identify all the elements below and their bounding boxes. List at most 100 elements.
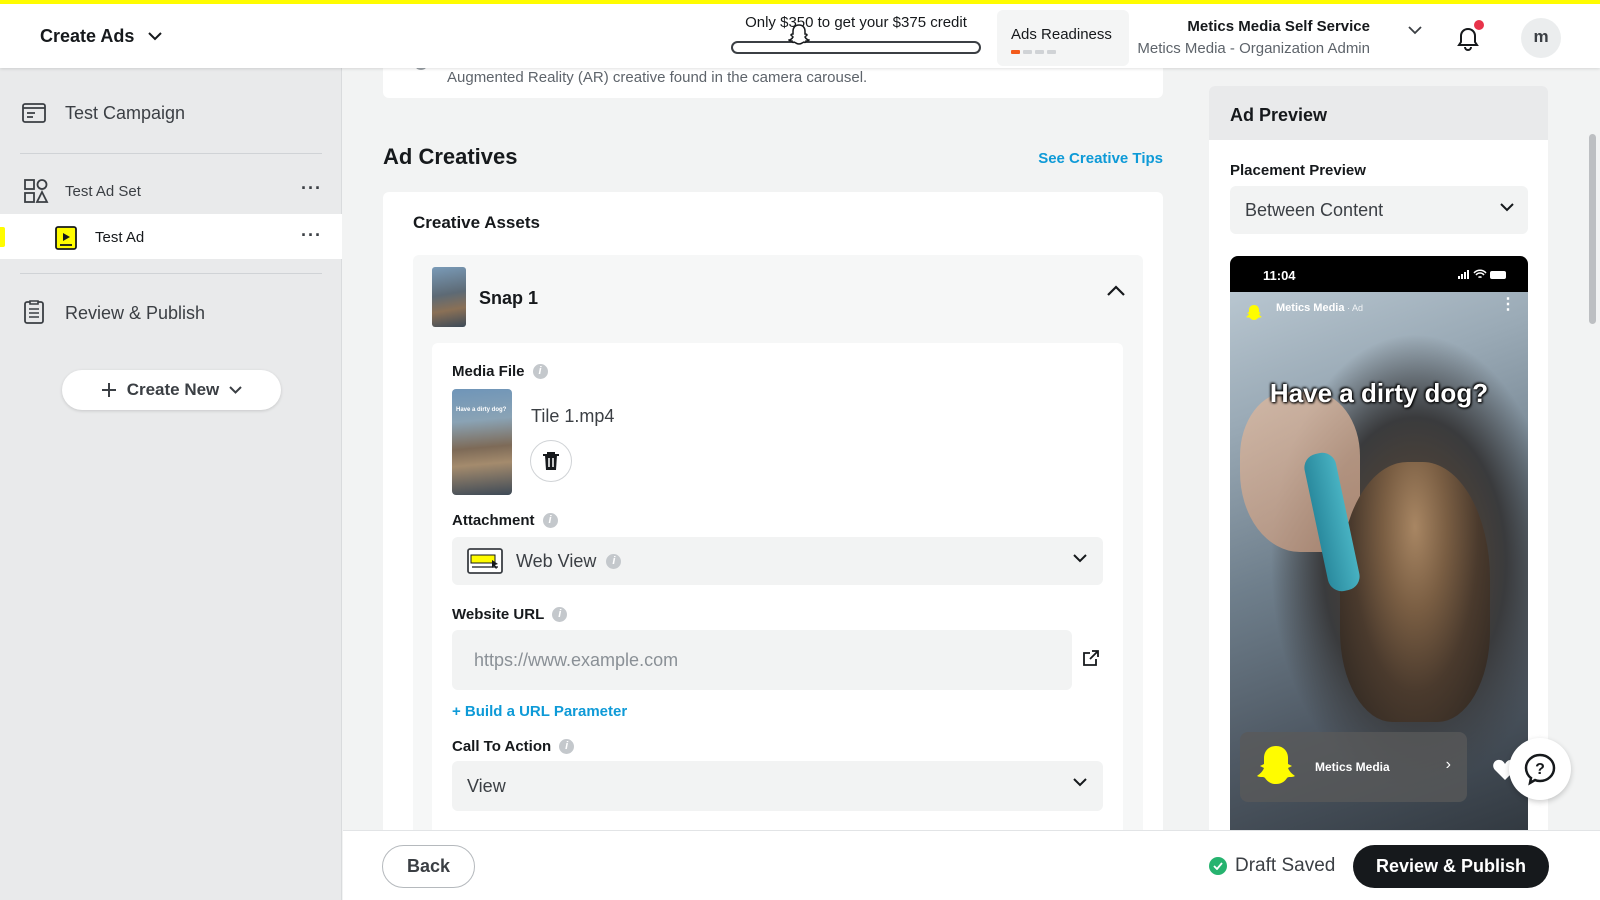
website-url-input[interactable] xyxy=(452,630,1072,690)
chevron-up-icon[interactable] xyxy=(1107,285,1125,296)
page-scrollbar[interactable] xyxy=(1589,134,1596,324)
chevron-down-icon[interactable] xyxy=(1408,26,1422,35)
field-label-text: Attachment xyxy=(452,512,535,529)
call-to-action-label: Call To Action i xyxy=(452,738,575,755)
phone-status-bar: 11:04 xyxy=(1230,256,1528,292)
phone-time: 11:04 xyxy=(1263,268,1296,283)
sidebar-item-ad-set[interactable]: Test Ad Set ··· xyxy=(0,171,342,211)
active-indicator xyxy=(0,227,5,247)
readiness-progress xyxy=(1011,50,1129,54)
sidebar-item-label: Review & Publish xyxy=(65,303,206,323)
radio-button[interactable] xyxy=(416,68,426,70)
snap-title[interactable]: Snap 1 xyxy=(479,288,538,309)
create-ads-menu[interactable]: Create Ads xyxy=(40,26,163,47)
chevron-down-icon xyxy=(1073,554,1087,563)
avatar[interactable]: m xyxy=(1521,18,1561,58)
ad-type-option-card[interactable]: Augmented Reality (AR) creative found in… xyxy=(383,68,1163,98)
divider xyxy=(20,153,322,154)
ad-video: Metics Media · Ad ⋮ Have a dirty dog? Me… xyxy=(1230,292,1528,846)
more-options-icon[interactable]: ⋮ xyxy=(1500,297,1516,313)
plus-icon xyxy=(101,383,116,397)
ad-account-name: Metics Media · Ad xyxy=(1276,302,1363,314)
call-to-action-value: View xyxy=(467,775,506,796)
more-options-icon[interactable]: ··· xyxy=(301,226,322,244)
shapes-icon xyxy=(24,179,49,203)
info-icon[interactable]: i xyxy=(552,607,568,622)
ad-cta-card[interactable]: Metics Media › xyxy=(1240,732,1467,802)
snap-thumbnail xyxy=(432,267,466,327)
dog-shape xyxy=(1340,462,1490,722)
help-chat-button[interactable]: ? xyxy=(1509,738,1571,800)
attachment-select[interactable]: Web View i xyxy=(452,537,1103,585)
organization-switcher[interactable]: Metics Media Self Service Metics Media -… xyxy=(1137,18,1370,57)
thumbnail-caption: Have a dirty dog? xyxy=(456,407,507,413)
svg-text:?: ? xyxy=(1535,761,1545,778)
sidebar-item-label: Test Campaign xyxy=(65,103,186,123)
top-bar: Create Ads Only $350 to get your $375 cr… xyxy=(0,0,1600,68)
signal-wifi-battery-icon xyxy=(1458,269,1506,279)
media-file-label: Media File i xyxy=(452,363,548,380)
creative-tips-link[interactable]: See Creative Tips xyxy=(1038,150,1163,167)
draft-status-text: Draft Saved xyxy=(1235,855,1336,876)
info-icon[interactable]: i xyxy=(559,739,575,754)
field-label-text: Call To Action xyxy=(452,738,552,755)
sidebar-item-campaign[interactable]: Test Campaign xyxy=(0,91,342,135)
create-new-label: Create New xyxy=(126,380,220,399)
info-icon[interactable]: i xyxy=(542,513,558,528)
call-to-action-select[interactable]: View xyxy=(452,761,1103,811)
readiness-step xyxy=(1035,50,1044,54)
media-thumbnail[interactable]: Have a dirty dog? xyxy=(452,389,512,495)
external-link-icon[interactable] xyxy=(1082,649,1100,667)
cta-account-name: Metics Media xyxy=(1315,760,1390,774)
attachment-value: Web View xyxy=(516,550,597,571)
readiness-step xyxy=(1023,50,1032,54)
checklist-icon xyxy=(24,300,44,324)
ghost-icon xyxy=(788,24,810,45)
ad-preview-title: Ad Preview xyxy=(1209,86,1548,140)
draft-status: Draft Saved xyxy=(1209,855,1335,877)
snap-details: Media File i Have a dirty dog? Tile 1.mp… xyxy=(432,343,1123,830)
more-options-icon[interactable]: ··· xyxy=(301,179,322,197)
phone-preview: 11:04 Metics Media · Ad ⋮ Have a dirty d… xyxy=(1230,256,1528,846)
info-icon[interactable]: i xyxy=(606,553,622,569)
sidebar-item-ad[interactable]: Test Ad ··· xyxy=(0,214,342,259)
divider xyxy=(20,273,322,274)
review-publish-button[interactable]: Review & Publish xyxy=(1353,845,1549,888)
sidebar-item-review-publish[interactable]: Review & Publish xyxy=(0,290,342,334)
chevron-down-icon xyxy=(1500,203,1514,212)
media-file-name: Tile 1.mp4 xyxy=(531,406,615,426)
website-url-label: Website URL i xyxy=(452,606,568,623)
back-button[interactable]: Back xyxy=(382,845,475,888)
section-title: Ad Creatives xyxy=(383,144,518,169)
ads-readiness-button[interactable]: Ads Readiness xyxy=(997,10,1129,66)
placement-preview-label: Placement Preview xyxy=(1230,162,1366,179)
field-label-text: Media File xyxy=(452,363,525,380)
chevron-down-icon xyxy=(1073,778,1087,787)
field-label-text: Website URL xyxy=(452,606,545,623)
info-icon[interactable]: i xyxy=(532,364,548,379)
sidebar: Test Campaign Test Ad Set ··· Test Ad ··… xyxy=(0,68,342,900)
web-view-icon xyxy=(467,548,503,574)
ad-headline: Have a dirty dog? xyxy=(1269,378,1489,408)
check-circle-icon xyxy=(1209,857,1227,875)
sidebar-item-label: Test Ad Set xyxy=(65,183,141,200)
brand-ghost-icon xyxy=(1257,746,1295,784)
creative-assets-title: Creative Assets xyxy=(413,213,540,232)
build-url-parameter-link[interactable]: + Build a URL Parameter xyxy=(452,703,627,720)
ad-tag: · Ad xyxy=(1344,303,1363,313)
delete-media-button[interactable] xyxy=(530,440,572,482)
ad-type-option-description: Augmented Reality (AR) creative found in… xyxy=(447,69,868,86)
ads-readiness-label: Ads Readiness xyxy=(1011,26,1112,43)
video-ad-icon xyxy=(55,226,77,250)
bottom-action-bar: Back Draft Saved Review & Publish xyxy=(343,830,1600,900)
placement-preview-select[interactable]: Between Content xyxy=(1230,186,1528,234)
notification-dot xyxy=(1474,20,1484,30)
chevron-down-icon xyxy=(148,32,163,41)
profile-ghost-icon xyxy=(1246,305,1262,320)
create-ads-title: Create Ads xyxy=(40,26,135,46)
org-name: Metics Media Self Service xyxy=(1187,18,1370,35)
chevron-down-icon xyxy=(229,386,243,394)
snap-panel: Snap 1 Media File i Have a dirty dog? Ti… xyxy=(413,255,1143,830)
credit-progress-bar xyxy=(731,41,981,54)
create-new-button[interactable]: Create New xyxy=(62,370,281,410)
